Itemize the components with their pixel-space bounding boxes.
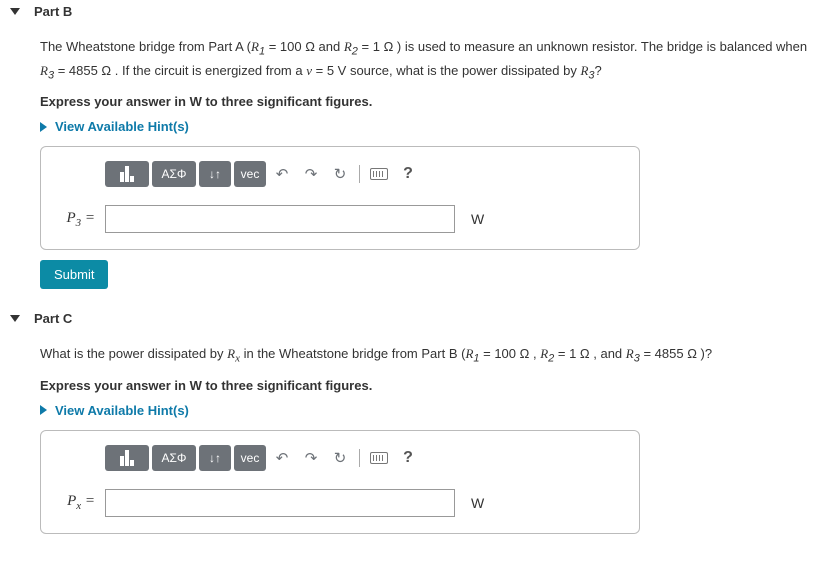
part-b: Part B The Wheatstone bridge from Part A… (0, 0, 825, 289)
part-c-instruction: Express your answer in W to three signif… (40, 378, 815, 393)
caret-down-icon (10, 8, 20, 15)
keyboard-button[interactable] (366, 161, 392, 187)
template-icon (120, 166, 134, 182)
subsup-button[interactable]: ↓↑ (199, 161, 231, 187)
keyboard-button[interactable] (366, 445, 392, 471)
undo-button[interactable]: ↶ (269, 161, 295, 187)
vec-button[interactable]: vec (234, 161, 266, 187)
redo-button[interactable]: ↷ (298, 161, 324, 187)
view-hints-c[interactable]: View Available Hint(s) (40, 403, 815, 418)
unit-c: W (471, 495, 484, 511)
part-c-body: What is the power dissipated by Rx in th… (0, 332, 825, 534)
help-button[interactable]: ? (395, 445, 421, 471)
keyboard-icon (370, 168, 388, 180)
reset-button[interactable]: ↻ (327, 161, 353, 187)
view-hints-label: View Available Hint(s) (55, 403, 189, 418)
toolbar-c: ΑΣΦ ↓↑ vec ↶ ↷ ↻ ? (105, 445, 623, 471)
part-b-prompt: The Wheatstone bridge from Part A (R1 = … (40, 37, 815, 84)
answer-box-b: ΑΣΦ ↓↑ vec ↶ ↷ ↻ ? P3 = W (40, 146, 640, 250)
input-row-b: P3 = W (57, 205, 623, 233)
part-b-title: Part B (34, 4, 72, 19)
view-hints-b[interactable]: View Available Hint(s) (40, 119, 815, 134)
answer-input-p3[interactable] (105, 205, 455, 233)
vec-button[interactable]: vec (234, 445, 266, 471)
template-icon (120, 450, 134, 466)
var-label-p3: P3 = (57, 210, 95, 229)
toolbar-b: ΑΣΦ ↓↑ vec ↶ ↷ ↻ ? (105, 161, 623, 187)
part-c-title: Part C (34, 311, 72, 326)
var-label-px: Px = (57, 493, 95, 512)
caret-down-icon (10, 315, 20, 322)
toolbar-divider (359, 165, 360, 183)
reset-button[interactable]: ↻ (327, 445, 353, 471)
caret-right-icon (40, 122, 47, 132)
part-b-body: The Wheatstone bridge from Part A (R1 = … (0, 25, 825, 289)
help-button[interactable]: ? (395, 161, 421, 187)
keyboard-icon (370, 452, 388, 464)
part-c-header[interactable]: Part C (0, 307, 825, 332)
part-b-header[interactable]: Part B (0, 0, 825, 25)
undo-button[interactable]: ↶ (269, 445, 295, 471)
part-c: Part C What is the power dissipated by R… (0, 307, 825, 534)
part-c-prompt: What is the power dissipated by Rx in th… (40, 344, 815, 368)
submit-button-b[interactable]: Submit (40, 260, 108, 289)
template-button[interactable] (105, 161, 149, 187)
redo-button[interactable]: ↷ (298, 445, 324, 471)
answer-input-px[interactable] (105, 489, 455, 517)
answer-box-c: ΑΣΦ ↓↑ vec ↶ ↷ ↻ ? Px = W (40, 430, 640, 534)
toolbar-divider (359, 449, 360, 467)
unit-b: W (471, 211, 484, 227)
part-b-instruction: Express your answer in W to three signif… (40, 94, 815, 109)
greek-button[interactable]: ΑΣΦ (152, 445, 196, 471)
view-hints-label: View Available Hint(s) (55, 119, 189, 134)
greek-button[interactable]: ΑΣΦ (152, 161, 196, 187)
input-row-c: Px = W (57, 489, 623, 517)
caret-right-icon (40, 405, 47, 415)
subsup-button[interactable]: ↓↑ (199, 445, 231, 471)
template-button[interactable] (105, 445, 149, 471)
